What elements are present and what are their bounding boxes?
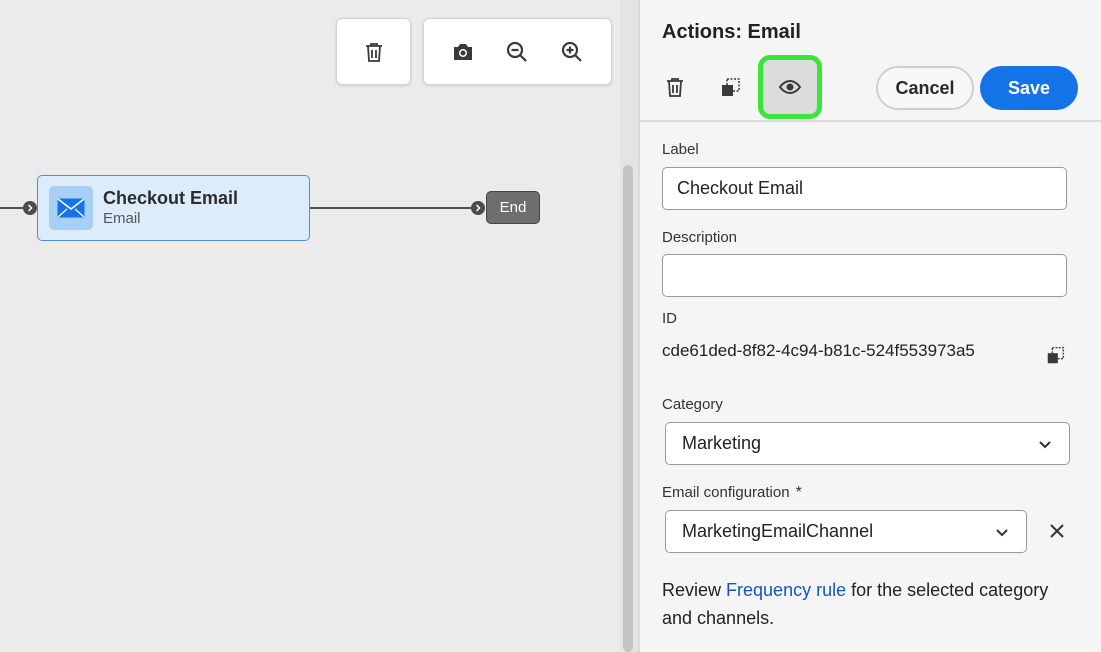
node-input-port[interactable]: [23, 201, 37, 215]
zoom-out-icon[interactable]: [499, 34, 535, 70]
end-node[interactable]: End: [486, 191, 540, 224]
id-field-label: ID: [662, 310, 677, 327]
node-subtitle: Email: [103, 210, 141, 227]
checkout-email-node[interactable]: Checkout Email Email: [37, 175, 310, 241]
actions-panel: Actions: Email Cancel Save Label Descrip…: [638, 0, 1101, 652]
envelope-icon: [49, 186, 93, 230]
canvas-delete-toolbar: [336, 18, 411, 85]
trash-icon[interactable]: [658, 68, 692, 106]
email-config-select[interactable]: MarketingEmailChannel: [665, 510, 1027, 553]
chevron-down-icon: [1039, 440, 1051, 448]
email-config-value: MarketingEmailChannel: [682, 521, 874, 541]
close-icon: [1050, 524, 1064, 538]
category-select[interactable]: Marketing: [665, 422, 1070, 465]
zoom-in-icon[interactable]: [554, 34, 590, 70]
outgoing-connector: [310, 207, 478, 209]
duplicate-icon[interactable]: [714, 68, 748, 106]
eye-icon[interactable]: [758, 55, 822, 119]
scrollbar-thumb[interactable]: [623, 165, 633, 652]
trash-icon[interactable]: [356, 34, 392, 70]
frequency-rule-link[interactable]: Frequency rule: [726, 580, 846, 600]
description-field-label: Description: [662, 229, 738, 246]
camera-icon[interactable]: [445, 34, 481, 70]
cancel-button[interactable]: Cancel: [876, 66, 974, 110]
email-config-label-text: Email configuration: [662, 484, 790, 501]
review-prefix: Review: [662, 580, 727, 600]
canvas-view-toolbar: [423, 18, 612, 85]
node-title: Checkout Email: [103, 188, 239, 208]
description-input[interactable]: [662, 254, 1067, 297]
panel-header: Actions: Email Cancel Save: [640, 0, 1101, 122]
frequency-rule-notice: Review Frequency rule for the selected c…: [662, 576, 1082, 632]
email-config-field-label: Email configuration *: [662, 484, 802, 502]
category-field-label: Category: [662, 396, 723, 413]
copy-id-icon[interactable]: [1044, 343, 1068, 367]
clear-email-config-button[interactable]: [1044, 518, 1070, 544]
chevron-down-icon: [996, 528, 1008, 536]
end-input-port[interactable]: [471, 201, 485, 215]
category-value: Marketing: [682, 433, 762, 453]
id-value: cde61ded-8f82-4c94-b81c-524f553973a5: [662, 341, 975, 360]
label-input[interactable]: [662, 167, 1067, 210]
save-button[interactable]: Save: [980, 66, 1078, 110]
required-indicator: *: [795, 484, 802, 501]
panel-title: Actions: Email: [662, 21, 801, 43]
journey-canvas[interactable]: Checkout Email Email End: [0, 0, 620, 652]
label-field-label: Label: [662, 141, 699, 158]
